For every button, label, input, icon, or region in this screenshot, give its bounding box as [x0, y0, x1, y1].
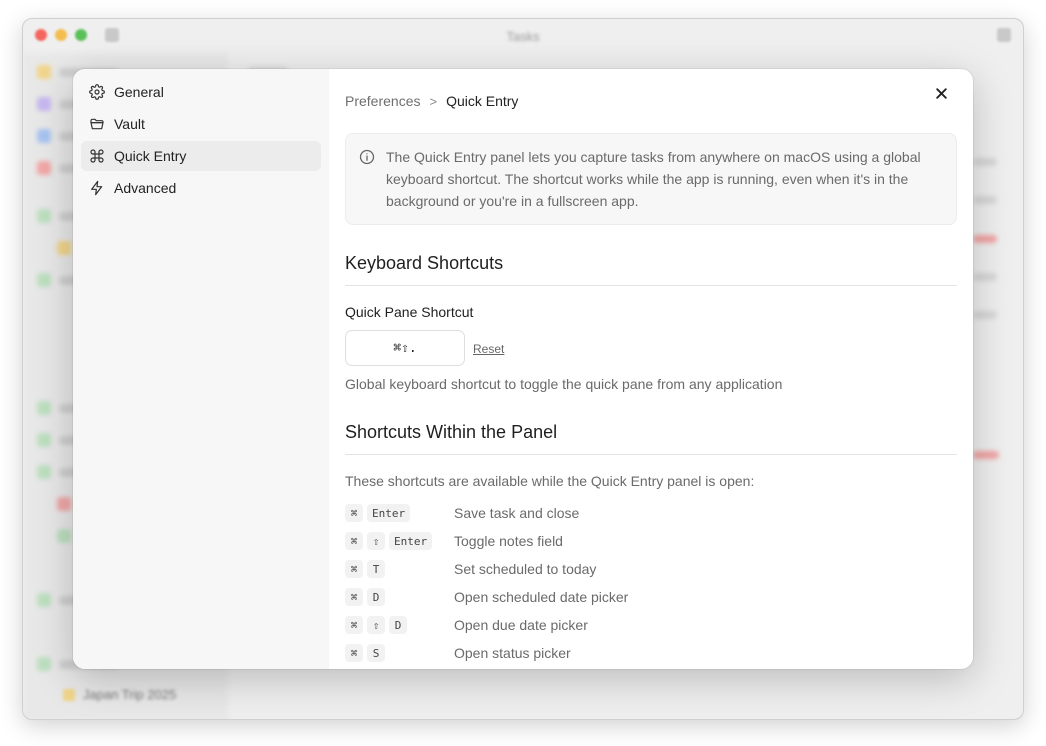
key-cap: T — [367, 560, 385, 578]
info-icon — [359, 149, 375, 165]
panel-shortcuts-heading: Shortcuts Within the Panel — [345, 422, 558, 442]
command-icon — [90, 149, 104, 163]
preferences-sidebar: General Vault Quick Entry Advanced — [73, 69, 329, 669]
key-cap: ⌘ — [345, 504, 363, 522]
background-sidebar-item: Japan Trip 2025 — [63, 687, 176, 702]
sidebar-item-label: Advanced — [114, 180, 177, 196]
key-cap: Enter — [389, 532, 433, 550]
shortcut-keys: ⌘ Enter — [345, 504, 454, 522]
sidebar-item-label: Vault — [114, 116, 145, 132]
info-text: The Quick Entry panel lets you capture t… — [386, 149, 921, 209]
key-cap: S — [367, 644, 385, 662]
shortcut-row: ⌘ ⇧ D Open due date picker — [345, 615, 588, 635]
shortcut-keys: ⌘ T — [345, 560, 454, 578]
sidebar-item-general[interactable]: General — [81, 77, 321, 107]
info-callout: The Quick Entry panel lets you capture t… — [345, 133, 957, 225]
panel-shortcuts-intro: These shortcuts are available while the … — [345, 473, 755, 489]
window-title: Tasks — [506, 29, 540, 44]
shortcut-keys: ⌘ S — [345, 644, 454, 662]
shortcut-row: ⌘ D Open scheduled date picker — [345, 587, 628, 607]
shortcut-row: ⌘ Enter Save task and close — [345, 503, 579, 523]
quick-pane-shortcut-input[interactable]: ⌘⇧. — [345, 330, 465, 366]
sidebar-item-label: General — [114, 84, 164, 100]
section-divider — [345, 285, 957, 286]
shortcut-description: Open due date picker — [454, 617, 588, 633]
shortcut-description: Set scheduled to today — [454, 561, 597, 577]
gear-icon — [89, 84, 105, 100]
lightning-icon — [91, 180, 103, 196]
keyboard-shortcuts-heading: Keyboard Shortcuts — [345, 253, 504, 273]
key-cap: ⌘ — [345, 616, 363, 634]
quick-pane-shortcut-label: Quick Pane Shortcut — [345, 304, 474, 320]
key-cap: ⌘ — [345, 644, 363, 662]
inspector-toggle-icon[interactable] — [997, 28, 1011, 42]
key-cap: ⌘ — [345, 588, 363, 606]
chevron-right-icon: > — [429, 93, 438, 109]
sidebar-item-vault[interactable]: Vault — [81, 109, 321, 139]
breadcrumb-root[interactable]: Preferences — [345, 93, 420, 109]
preferences-content: Preferences > Quick Entry The Quick Entr… — [345, 69, 957, 669]
section-divider — [345, 454, 957, 455]
key-cap: ⌘ — [345, 532, 363, 550]
quick-pane-shortcut-help: Global keyboard shortcut to toggle the q… — [345, 376, 783, 392]
close-icon — [935, 87, 947, 99]
key-cap: D — [389, 616, 407, 634]
sidebar-item-advanced[interactable]: Advanced — [81, 173, 321, 203]
key-cap: Enter — [367, 504, 411, 522]
sidebar-item-quick-entry[interactable]: Quick Entry — [81, 141, 321, 171]
folder-icon — [90, 118, 104, 130]
shortcut-row: ⌘ ⇧ Enter Toggle notes field — [345, 531, 563, 551]
key-cap: ⌘ — [345, 560, 363, 578]
shortcut-keys: ⌘ ⇧ D — [345, 616, 454, 634]
breadcrumb-current: Quick Entry — [446, 93, 519, 109]
breadcrumb: Preferences > Quick Entry — [345, 93, 518, 109]
shortcut-description: Open status picker — [454, 645, 571, 661]
shortcut-description: Open scheduled date picker — [454, 589, 629, 605]
shortcut-description: Save task and close — [454, 505, 580, 521]
shortcut-row: ⌘ T Set scheduled to today — [345, 559, 596, 579]
key-cap: ⇧ — [367, 616, 385, 634]
shortcut-row: ⌘ S Open status picker — [345, 643, 571, 663]
close-button[interactable] — [931, 83, 951, 103]
sidebar-item-label: Quick Entry — [114, 148, 187, 164]
key-cap: ⇧ — [367, 532, 385, 550]
title-bar: Tasks — [23, 19, 1023, 53]
shortcut-keys: ⌘ ⇧ Enter — [345, 532, 454, 550]
reset-shortcut-link[interactable]: Reset — [473, 342, 504, 356]
shortcut-description: Toggle notes field — [454, 533, 563, 549]
key-cap: D — [367, 588, 385, 606]
preferences-modal: General Vault Quick Entry Advanced Prefe… — [73, 69, 973, 669]
shortcut-keys: ⌘ D — [345, 588, 454, 606]
